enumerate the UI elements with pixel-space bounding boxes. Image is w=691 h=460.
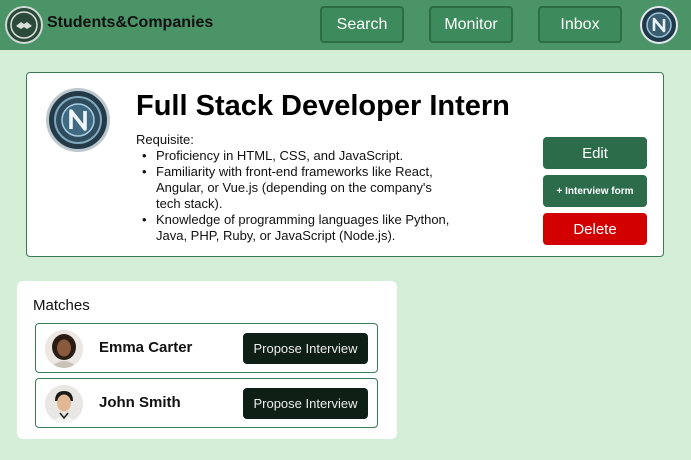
requirement-item: Familiarity with front-end frameworks li… [139, 164, 459, 212]
job-title: Full Stack Developer Intern [136, 90, 510, 122]
brand-name[interactable]: Students&Companies [47, 14, 213, 32]
top-navigation-bar: Students&Companies Search Monitor Inbox [0, 0, 691, 50]
candidate-avatar [45, 330, 83, 368]
nav-search-button[interactable]: Search [320, 6, 404, 43]
brand-logo-icon[interactable] [5, 6, 43, 44]
propose-interview-button[interactable]: Propose Interview [243, 333, 368, 364]
propose-interview-button[interactable]: Propose Interview [243, 388, 368, 419]
candidate-name[interactable]: John Smith [99, 394, 181, 411]
match-row[interactable]: John Smith Propose Interview [35, 378, 378, 428]
requisite-label: Requisite: [136, 132, 194, 147]
matches-title: Matches [33, 297, 90, 314]
requirement-item: Knowledge of programming languages like … [139, 212, 459, 244]
nav-inbox-button[interactable]: Inbox [538, 6, 622, 43]
delete-button[interactable]: Delete [543, 213, 647, 245]
company-logo-icon [46, 88, 110, 152]
matches-panel: Matches Emma Carter Propose Interview Jo… [17, 281, 397, 439]
match-row[interactable]: Emma Carter Propose Interview [35, 323, 378, 373]
company-avatar-icon[interactable] [640, 6, 678, 44]
nav-monitor-button[interactable]: Monitor [429, 6, 513, 43]
requirements-list: Proficiency in HTML, CSS, and JavaScript… [139, 148, 459, 244]
candidate-name[interactable]: Emma Carter [99, 339, 192, 356]
requirement-item: Proficiency in HTML, CSS, and JavaScript… [139, 148, 459, 164]
job-posting-card: Full Stack Developer Intern Requisite: P… [26, 72, 664, 257]
interview-form-button[interactable]: + Interview form [543, 175, 647, 207]
edit-button[interactable]: Edit [543, 137, 647, 169]
candidate-avatar [45, 385, 83, 423]
